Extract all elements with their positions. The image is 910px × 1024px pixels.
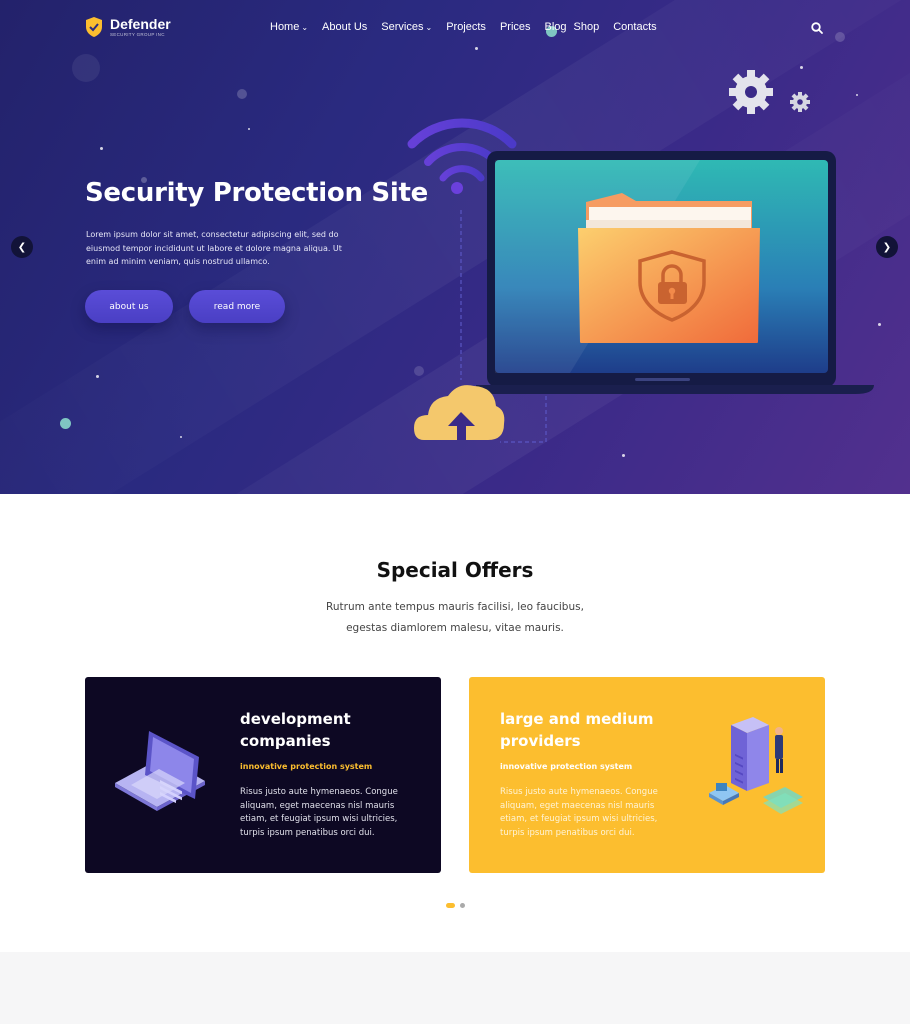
subtitle-line: Rutrum ante tempus mauris facilisi, leo … xyxy=(326,601,584,613)
slider-prev-button[interactable]: ❮ xyxy=(11,236,33,258)
decor-star xyxy=(100,147,103,150)
main-nav: Home ⌄ About Us Services ⌄ Projects Prices… xyxy=(270,21,671,33)
nav-item-label: Contacts xyxy=(613,21,657,33)
pagination-dot[interactable] xyxy=(460,903,465,908)
offer-card-title: development companies xyxy=(240,710,351,750)
hero-description: Lorem ipsum dolor sit amet, consectetur … xyxy=(86,230,342,266)
offer-card-text: Risus justo aute hymenaeos. Congue aliqu… xyxy=(500,787,658,838)
nav-item-label: About Us xyxy=(322,21,368,33)
offer-card-text: Risus justo aute hymenaeos. Congue aliqu… xyxy=(240,787,398,838)
nav-item-label: Projects xyxy=(446,21,486,33)
pagination-dot-active[interactable] xyxy=(446,903,455,908)
offer-card-title: large and medium providers xyxy=(500,710,654,750)
nav-item-blog[interactable]: Blog xyxy=(545,21,567,33)
brand-text: Defender SECURITY GROUP INC xyxy=(110,17,171,38)
nav-item-shop[interactable]: Shop xyxy=(574,21,600,33)
nav-item-label: Services xyxy=(381,21,424,33)
chevron-down-icon: ⌄ xyxy=(301,23,309,32)
top-navigation-bar: Defender SECURITY GROUP INC Home ⌄ About … xyxy=(0,0,910,56)
carousel-pagination xyxy=(446,903,470,908)
secure-folder-icon xyxy=(578,193,760,343)
next-section xyxy=(0,952,910,1024)
decor-bubble xyxy=(60,418,71,429)
special-offers-section: Special Offers Rutrum ante tempus mauris… xyxy=(0,494,910,952)
server-illustration xyxy=(709,717,803,814)
chevron-down-icon: ⌄ xyxy=(425,23,433,32)
brand-name: Defender xyxy=(110,15,171,32)
offer-card-tag: innovative protection system xyxy=(500,762,633,771)
hero-slider: Defender SECURITY GROUP INC Home ⌄ About … xyxy=(0,0,910,494)
nav-item-prices[interactable]: Prices xyxy=(500,21,531,33)
hero-title: Security Protection Site xyxy=(85,178,428,208)
cloud-upload-icon xyxy=(414,385,505,440)
search-icon[interactable] xyxy=(810,21,824,35)
offer-card-tag: innovative protection system xyxy=(240,762,373,771)
section-subtitle: Rutrum ante tempus mauris facilisi, leo … xyxy=(0,597,910,639)
nav-item-home[interactable]: Home ⌄ xyxy=(270,21,308,33)
shield-logo-icon xyxy=(86,17,102,37)
decor-bubble xyxy=(72,54,100,82)
decor-star xyxy=(96,375,99,378)
gear-icon xyxy=(729,70,773,114)
nav-item-services[interactable]: Services ⌄ xyxy=(381,21,432,33)
about-us-button[interactable]: about us xyxy=(85,290,173,323)
nav-item-about-us[interactable]: About Us xyxy=(322,21,367,33)
decor-star xyxy=(180,436,182,438)
nav-item-label: Home xyxy=(270,21,300,33)
nav-item-label: Prices xyxy=(499,21,531,33)
read-more-button[interactable]: read more xyxy=(189,290,285,323)
laptop-illustration xyxy=(115,731,205,811)
nav-item-label: Blog xyxy=(544,21,567,33)
nav-item-projects[interactable]: Projects xyxy=(446,21,486,33)
section-title: Special Offers xyxy=(376,558,534,582)
nav-item-label: Shop xyxy=(573,21,600,33)
nav-item-contacts[interactable]: Contacts xyxy=(613,21,656,33)
decor-star xyxy=(248,128,250,130)
offer-card-development[interactable]: development companies innovative protect… xyxy=(85,677,441,873)
brand-tagline: SECURITY GROUP INC xyxy=(110,31,165,37)
subtitle-line: egestas diamlorem malesu, vitae mauris. xyxy=(346,622,564,634)
decor-bubble xyxy=(237,89,247,99)
laptop-security-illustration xyxy=(407,70,874,443)
chevron-left-icon: ❮ xyxy=(17,241,27,253)
site-logo[interactable]: Defender SECURITY GROUP INC xyxy=(84,16,171,38)
offer-card-providers[interactable]: large and medium providers innovative pr… xyxy=(469,677,825,873)
gear-icon xyxy=(790,92,810,112)
